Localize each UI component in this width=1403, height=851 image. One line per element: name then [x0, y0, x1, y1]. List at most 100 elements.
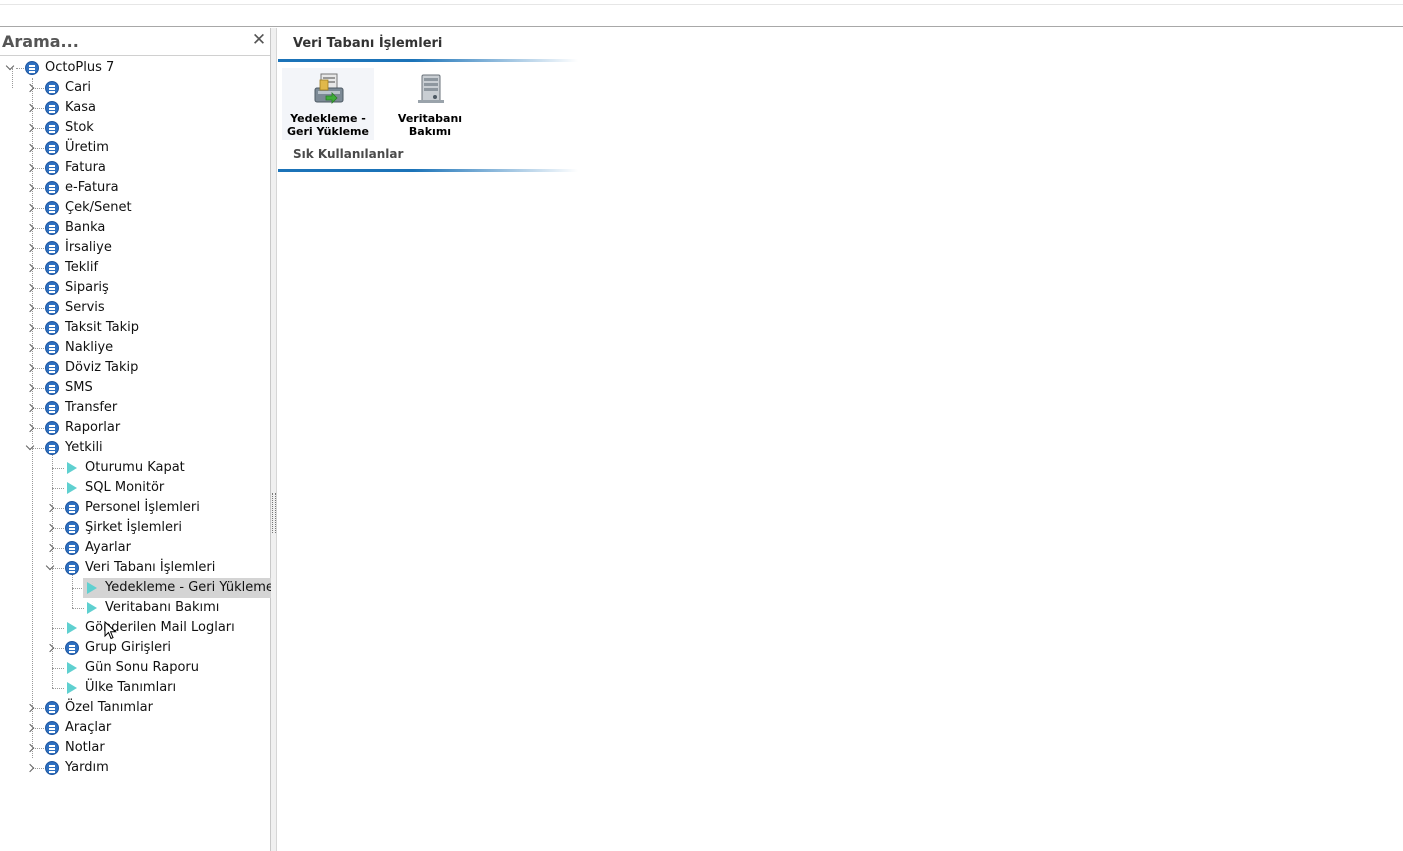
- list-circle-icon: [45, 321, 59, 335]
- tree-node-yardim[interactable]: Yardım: [0, 758, 270, 778]
- chevron-down-icon[interactable]: [5, 61, 15, 71]
- tree-node-ozel-tanimlar[interactable]: Özel Tanımlar: [0, 698, 270, 718]
- tile-label: Yedekleme - Geri Yükleme: [282, 112, 374, 138]
- tree-node-teklif[interactable]: Teklif: [0, 258, 270, 278]
- play-arrow-icon: [67, 662, 77, 674]
- chevron-right-icon[interactable]: [25, 223, 35, 233]
- play-arrow-icon: [67, 682, 77, 694]
- tree-node-label: Fatura: [65, 160, 106, 175]
- tree-node-label: Döviz Takip: [65, 360, 139, 375]
- chevron-right-icon[interactable]: [25, 743, 35, 753]
- tree-node-kasa[interactable]: Kasa: [0, 98, 270, 118]
- tree-node-fatura[interactable]: Fatura: [0, 158, 270, 178]
- chevron-right-icon[interactable]: [25, 103, 35, 113]
- tree-node-e-fatura[interactable]: e-Fatura: [0, 178, 270, 198]
- tree-node-siparis[interactable]: Sipariş: [0, 278, 270, 298]
- tile-veritabani-bakimi[interactable]: Veritabanı Bakımı: [384, 68, 476, 140]
- tree-node-sirket-islemleri[interactable]: Şirket İşlemleri: [0, 518, 270, 538]
- chevron-right-icon[interactable]: [25, 143, 35, 153]
- tree-node-veritabani-bakimi[interactable]: Veritabanı Bakımı: [0, 598, 270, 618]
- tree-node-label: Şirket İşlemleri: [85, 520, 182, 535]
- chevron-right-icon[interactable]: [45, 543, 55, 553]
- tree-node-label: Yardım: [65, 760, 109, 775]
- tree-node-yedekleme-geri-yukleme[interactable]: Yedekleme - Geri Yükleme: [0, 578, 277, 598]
- chevron-right-icon[interactable]: [25, 723, 35, 733]
- chevron-right-icon[interactable]: [25, 203, 35, 213]
- chevron-right-icon[interactable]: [25, 263, 35, 273]
- tree-node-nakliye[interactable]: Nakliye: [0, 338, 270, 358]
- tree-line: [16, 68, 24, 69]
- tree-node-label: İrsaliye: [65, 240, 112, 255]
- tree-node-araclar[interactable]: Araçlar: [0, 718, 270, 738]
- list-circle-icon: [45, 281, 59, 295]
- tree-node-taksit-takip[interactable]: Taksit Takip: [0, 318, 270, 338]
- tree-node-transfer[interactable]: Transfer: [0, 398, 270, 418]
- list-circle-icon: [45, 161, 59, 175]
- close-icon[interactable]: ✕: [251, 31, 267, 49]
- tile-yedekleme-geri-yukleme[interactable]: Yedekleme - Geri Yükleme: [282, 68, 374, 140]
- tree-node-label: Stok: [65, 120, 94, 135]
- chevron-right-icon[interactable]: [25, 383, 35, 393]
- tile-label-line2: Geri Yükleme: [287, 125, 369, 138]
- chevron-right-icon[interactable]: [25, 123, 35, 133]
- list-circle-icon: [45, 121, 59, 135]
- tree-node-uretim[interactable]: Üretim: [0, 138, 270, 158]
- play-arrow-icon: [87, 602, 97, 614]
- chevron-right-icon[interactable]: [25, 703, 35, 713]
- tree-node-grup-girisleri[interactable]: Grup Girişleri: [0, 638, 270, 658]
- tree-node-label: Oturumu Kapat: [85, 460, 185, 475]
- search-label[interactable]: Arama...: [2, 32, 79, 51]
- group-footer-bar: [278, 169, 578, 172]
- tree-node-ulke-tanimlari[interactable]: Ülke Tanımları: [0, 678, 270, 698]
- list-circle-icon: [45, 721, 59, 735]
- tree-node-yetkili[interactable]: Yetkili: [0, 438, 270, 458]
- chevron-right-icon[interactable]: [25, 343, 35, 353]
- tree-node-label: Yedekleme - Geri Yükleme: [102, 578, 277, 598]
- tree-node-label: OctoPlus 7: [45, 60, 115, 75]
- tree-node-irsaliye[interactable]: İrsaliye: [0, 238, 270, 258]
- chevron-right-icon[interactable]: [25, 303, 35, 313]
- tree-node-servis[interactable]: Servis: [0, 298, 270, 318]
- chevron-right-icon[interactable]: [25, 163, 35, 173]
- tile-label-line2: Bakımı: [408, 125, 452, 138]
- chevron-right-icon[interactable]: [45, 643, 55, 653]
- chevron-right-icon[interactable]: [25, 183, 35, 193]
- chevron-right-icon[interactable]: [25, 423, 35, 433]
- database-maintenance-icon: [418, 74, 444, 103]
- tree-node-notlar[interactable]: Notlar: [0, 738, 270, 758]
- tree-node-banka[interactable]: Banka: [0, 218, 270, 238]
- list-circle-icon: [45, 741, 59, 755]
- list-circle-icon: [65, 561, 79, 575]
- tree-node-cari[interactable]: Cari: [0, 78, 270, 98]
- chevron-right-icon[interactable]: [25, 403, 35, 413]
- splitter-grip[interactable]: [272, 493, 276, 533]
- chevron-right-icon[interactable]: [25, 363, 35, 373]
- chevron-right-icon[interactable]: [45, 503, 55, 513]
- tree-node-octoplus[interactable]: OctoPlus 7: [0, 58, 270, 78]
- tree-node-sql-monitor[interactable]: SQL Monitör: [0, 478, 270, 498]
- tree-node-label: e-Fatura: [65, 180, 119, 195]
- tree-node-label: Araçlar: [65, 720, 112, 735]
- chevron-right-icon[interactable]: [25, 283, 35, 293]
- tree-node-doviz-takip[interactable]: Döviz Takip: [0, 358, 270, 378]
- list-circle-icon: [65, 521, 79, 535]
- tree-node-raporlar[interactable]: Raporlar: [0, 418, 270, 438]
- tree-node-personel-islemleri[interactable]: Personel İşlemleri: [0, 498, 270, 518]
- tree-node-sms[interactable]: SMS: [0, 378, 270, 398]
- tree-line: [32, 448, 44, 449]
- chevron-right-icon[interactable]: [25, 763, 35, 773]
- chevron-right-icon[interactable]: [25, 323, 35, 333]
- tree-node-stok[interactable]: Stok: [0, 118, 270, 138]
- list-circle-icon: [45, 441, 59, 455]
- tree-node-gonderilen-mail-loglari[interactable]: Gönderilen Mail Logları: [0, 618, 270, 638]
- tree-node-cek-senet[interactable]: Çek/Senet: [0, 198, 270, 218]
- chevron-right-icon[interactable]: [25, 83, 35, 93]
- backup-restore-icon: [314, 73, 344, 104]
- list-circle-icon: [65, 541, 79, 555]
- tree-node-gun-sonu-raporu[interactable]: Gün Sonu Raporu: [0, 658, 270, 678]
- tree-node-oturumu-kapat[interactable]: Oturumu Kapat: [0, 458, 270, 478]
- chevron-right-icon[interactable]: [45, 523, 55, 533]
- tree-node-veri-tabani-islemleri[interactable]: Veri Tabanı İşlemleri: [0, 558, 270, 578]
- chevron-right-icon[interactable]: [25, 243, 35, 253]
- tree-node-ayarlar[interactable]: Ayarlar: [0, 538, 270, 558]
